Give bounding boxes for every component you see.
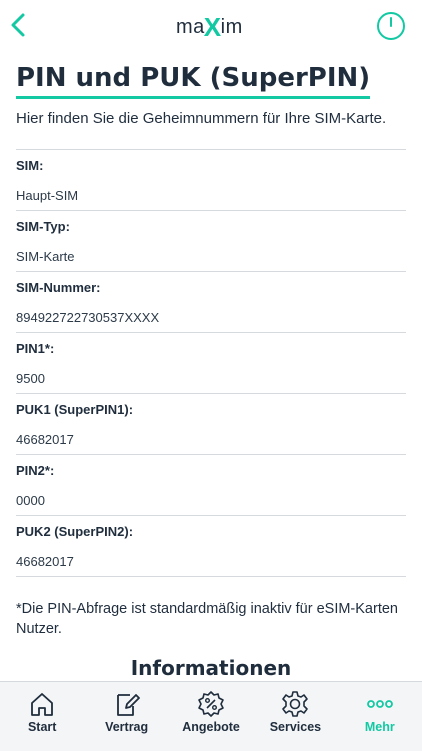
- detail-row-puk2: PUK2 (SuperPIN2): 46682017: [16, 516, 406, 577]
- detail-label: SIM-Nummer:: [16, 280, 101, 295]
- maxim-logo: ma Xim: [176, 12, 243, 42]
- esim-note: *Die PIN-Abfrage ist standardmäßig inakt…: [16, 601, 398, 637]
- tab-label: Services: [269, 720, 322, 734]
- chevron-left-icon: [11, 13, 25, 37]
- app-header: ma Xim: [0, 0, 422, 52]
- detail-label: PIN1*:: [16, 341, 55, 356]
- tab-mehr[interactable]: Mehr: [338, 682, 422, 751]
- tab-label: Mehr: [364, 720, 395, 734]
- percent-badge-icon: [198, 691, 224, 717]
- tab-angebote[interactable]: Angebote: [169, 682, 253, 751]
- detail-row-pin1: PIN1*: 9500: [16, 333, 406, 394]
- detail-label: SIM:: [16, 158, 44, 173]
- detail-row-sim-number: SIM-Nummer: 894922722730537XXXX: [16, 272, 406, 333]
- power-icon: [377, 12, 405, 40]
- bottom-tab-bar: Start Vertrag Angebote Services Mehr: [0, 681, 422, 751]
- detail-value: Haupt-SIM: [16, 188, 79, 203]
- detail-label: PUK1 (SuperPIN1):: [16, 402, 134, 417]
- logo-text-left: ma: [176, 15, 205, 38]
- logo-text-x: X: [203, 11, 222, 42]
- sim-details-list: SIM: Haupt-SIM SIM-Typ: SIM-Karte SIM-Nu…: [16, 149, 406, 577]
- detail-value: 9500: [16, 371, 45, 386]
- tab-start[interactable]: Start: [0, 682, 84, 751]
- detail-label: PIN2*:: [16, 463, 55, 478]
- detail-label: PUK2 (SuperPIN2):: [16, 524, 134, 539]
- tab-label: Vertrag: [105, 720, 149, 734]
- detail-value: 46682017: [16, 554, 74, 569]
- gear-icon: [282, 691, 309, 717]
- tab-vertrag[interactable]: Vertrag: [84, 682, 168, 751]
- section-title-informationen: Informationen: [130, 656, 292, 680]
- detail-value: 0000: [16, 493, 45, 508]
- logout-button[interactable]: [376, 11, 406, 41]
- more-dots-icon: [366, 700, 393, 708]
- detail-label: SIM-Typ:: [16, 219, 70, 234]
- detail-row-pin2: PIN2*: 0000: [16, 455, 406, 516]
- logo-text-right: im: [220, 15, 243, 38]
- tab-label: Angebote: [182, 720, 240, 734]
- detail-value: SIM-Karte: [16, 249, 75, 264]
- detail-row-puk1: PUK1 (SuperPIN1): 46682017: [16, 394, 406, 455]
- tab-services[interactable]: Services: [253, 682, 337, 751]
- home-icon: [31, 693, 54, 716]
- intro-text: Hier finden Sie die Geheimnummern für Ih…: [16, 110, 387, 127]
- detail-row-sim-type: SIM-Typ: SIM-Karte: [16, 211, 406, 272]
- detail-value: 894922722730537XXXX: [16, 310, 160, 325]
- page-title: PIN und PUK (SuperPIN): [16, 60, 371, 99]
- tab-label: Start: [27, 720, 57, 734]
- detail-value: 46682017: [16, 432, 74, 447]
- main-content: PIN und PUK (SuperPIN) Hier finden Sie d…: [16, 60, 406, 639]
- back-button[interactable]: [6, 10, 30, 40]
- detail-row-sim: SIM: Haupt-SIM: [16, 150, 406, 211]
- contract-edit-icon: [116, 694, 140, 716]
